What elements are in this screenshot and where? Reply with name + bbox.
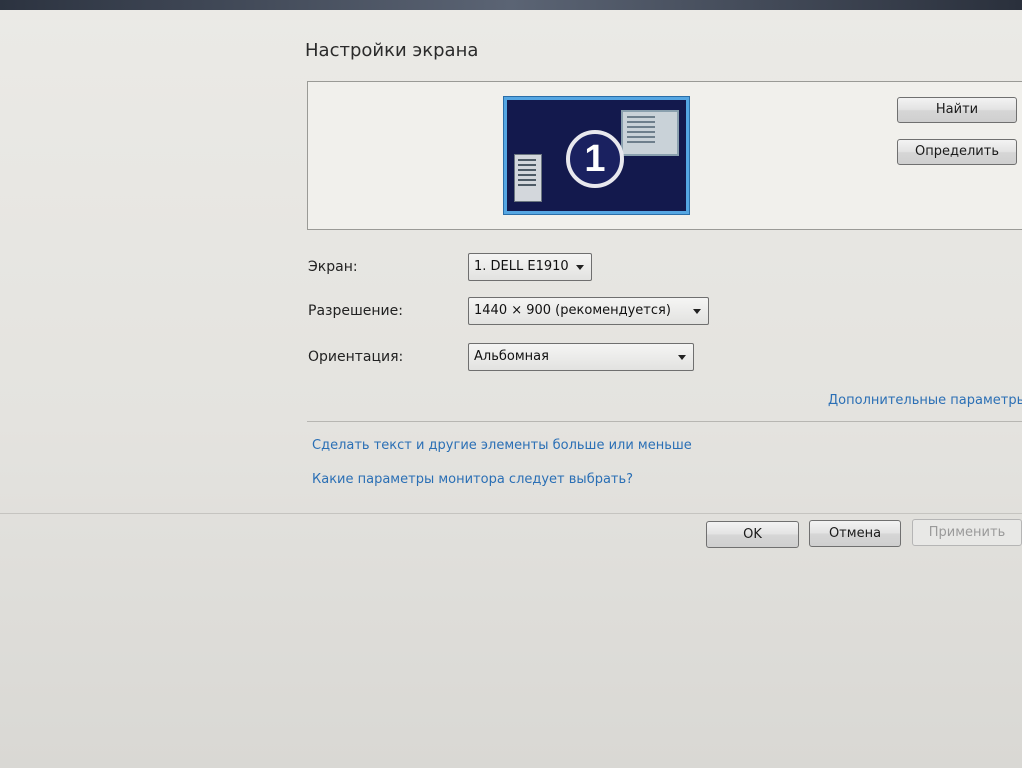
page-title: Настройки экрана bbox=[305, 40, 479, 61]
text-size-link[interactable]: Сделать текст и другие элементы больше и… bbox=[312, 438, 692, 453]
resolution-select[interactable]: 1440 × 900 (рекомендуется) bbox=[468, 297, 709, 325]
screen-select[interactable]: 1. DELL E1910 bbox=[468, 253, 592, 281]
window-top-edge bbox=[0, 0, 1022, 10]
screen-label: Экран: bbox=[308, 259, 358, 275]
cancel-button[interactable]: Отмена bbox=[809, 520, 901, 547]
orientation-label: Ориентация: bbox=[308, 349, 404, 365]
advanced-settings-link[interactable]: Дополнительные параметры bbox=[828, 393, 1022, 408]
orientation-select[interactable]: Альбомная bbox=[468, 343, 694, 371]
footer-divider bbox=[0, 513, 1022, 514]
monitor-number: 1 bbox=[566, 130, 624, 188]
orientation-select-value: Альбомная bbox=[474, 349, 549, 364]
screen-select-value: 1. DELL E1910 bbox=[474, 259, 569, 274]
resolution-select-value: 1440 × 900 (рекомендуется) bbox=[474, 303, 671, 318]
find-button[interactable]: Найти bbox=[897, 97, 1017, 123]
ok-button[interactable]: OK bbox=[706, 521, 799, 548]
section-divider bbox=[307, 421, 1022, 422]
chevron-down-icon bbox=[678, 355, 686, 360]
identify-button[interactable]: Определить bbox=[897, 139, 1017, 165]
resolution-label: Разрешение: bbox=[308, 303, 403, 319]
chevron-down-icon bbox=[576, 265, 584, 270]
computer-tower-icon bbox=[514, 154, 542, 202]
chevron-down-icon bbox=[693, 309, 701, 314]
apply-button[interactable]: Применить bbox=[912, 519, 1022, 546]
monitor-help-link[interactable]: Какие параметры монитора следует выбрать… bbox=[312, 472, 633, 487]
monitor-1-tile[interactable]: 1 bbox=[504, 97, 689, 214]
display-icon bbox=[621, 110, 679, 156]
